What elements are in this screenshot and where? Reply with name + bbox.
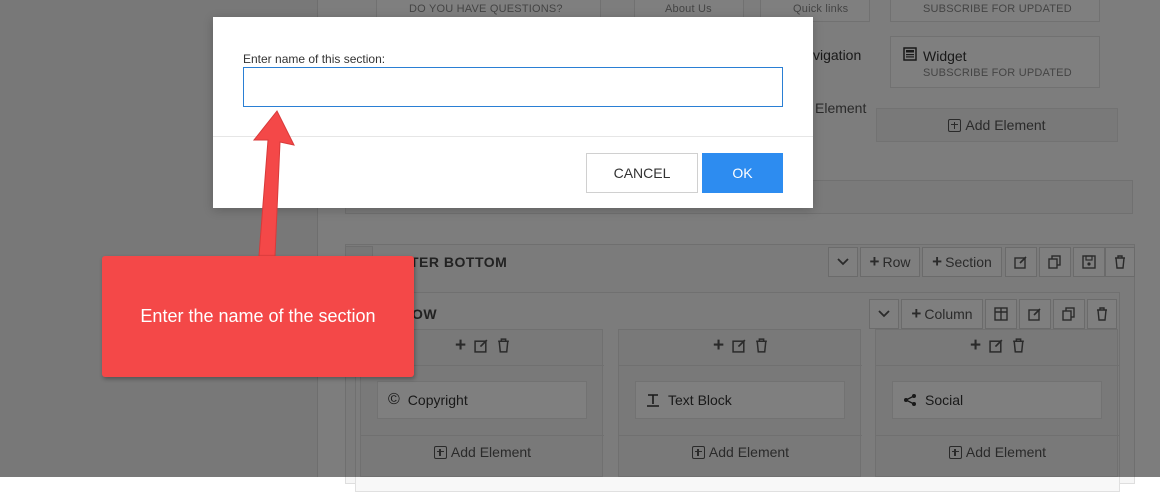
dialog-divider [213, 136, 813, 137]
section-name-input[interactable] [243, 67, 783, 107]
callout-text: Enter the name of the section [140, 306, 376, 326]
ok-button[interactable]: OK [702, 153, 783, 193]
dialog-label: Enter name of this section: [243, 52, 386, 66]
section-name-dialog: Enter name of this section: CANCEL OK [213, 17, 813, 208]
callout-box: Enter the name of the section [102, 256, 414, 377]
cancel-button[interactable]: CANCEL [586, 153, 698, 193]
